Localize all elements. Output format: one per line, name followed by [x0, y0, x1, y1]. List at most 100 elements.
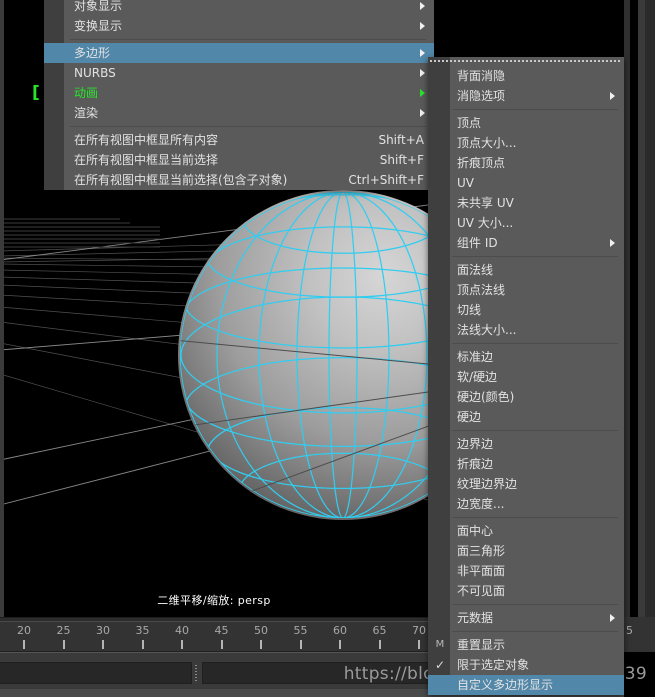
menu-item-6[interactable]: UV — [428, 173, 624, 193]
menu-item-label: 面三角形 — [457, 544, 506, 558]
option-bracket-left: [ — [32, 83, 40, 103]
menu-item-label: 顶点 — [457, 116, 482, 130]
menu-item-31[interactable]: 元数据 — [428, 608, 624, 628]
menu-separator — [44, 36, 434, 43]
menu-item-label: 折痕边 — [457, 457, 494, 471]
menu-item-21[interactable]: 边界边 — [428, 434, 624, 454]
menu-item-23[interactable]: 纹理边界边 — [428, 474, 624, 494]
menu-item-7[interactable]: 渲染 — [44, 103, 434, 123]
menu-item-5[interactable]: 折痕顶点 — [428, 153, 624, 173]
right-panel-strip-3 — [645, 0, 655, 652]
menu-item-11[interactable]: 在所有视图中框显当前选择(包含子对象) Ctrl+Shift+F — [44, 170, 434, 190]
menu-item-label: 变换显示 — [74, 19, 123, 33]
menu-item-8[interactable]: UV 大小... — [428, 213, 624, 233]
chevron-right-icon — [420, 2, 425, 10]
menu-item-1[interactable]: 对象显示 — [44, 0, 434, 16]
command-input-left[interactable] — [0, 662, 192, 684]
menu-item-label: 背面消隐 — [457, 69, 506, 83]
viewport-status-label: 二维平移/缩放: persp — [157, 594, 271, 607]
menu-item-12[interactable]: 顶点法线 — [428, 280, 624, 300]
tearoff-handle[interactable] — [428, 57, 624, 66]
menu-item-label: 不可见面 — [457, 584, 506, 598]
right-panel-strip-1 — [624, 0, 630, 617]
timeline-tick-label: 40 — [175, 624, 189, 637]
timeline-tick-mark — [418, 640, 420, 649]
menu-item-10[interactable]: 在所有视图中框显当前选择 Shift+F — [44, 150, 434, 170]
check-icon: ✓ — [434, 658, 446, 672]
timeline-ruler[interactable]: 20 25 30 35 40 45 50 55 60 65 70 — [0, 622, 440, 652]
timeline-tick-label: 35 — [135, 624, 150, 637]
menu-item-27[interactable]: 面三角形 — [428, 541, 624, 561]
timeline-tick-label: 70 — [412, 624, 426, 637]
sphere-object[interactable] — [178, 190, 428, 520]
chevron-right-icon — [420, 109, 425, 117]
menu-item-label: 切线 — [457, 303, 482, 317]
menu-item-label: 软/硬边 — [457, 370, 498, 384]
timeline-tick-label: 20 — [17, 624, 31, 637]
menu-item-6[interactable]: []动画 — [32, 83, 438, 103]
menu-item-label: 重置显示 — [457, 638, 506, 652]
sphere-wireframe — [180, 192, 428, 518]
menu-item-29[interactable]: 不可见面 — [428, 581, 624, 601]
menu-item-label: 纹理边界边 — [457, 477, 518, 491]
menu-item-label: 消隐选项 — [457, 89, 506, 103]
timeline-tick-mark — [141, 640, 144, 649]
menu-item-label: 自定义多边形显示 — [457, 678, 554, 692]
modifier-marker: M — [435, 639, 445, 650]
menu-item-11[interactable]: 面法线 — [428, 260, 624, 280]
viewport-left-border — [0, 0, 4, 617]
menu-item-label: 标准边 — [457, 350, 494, 364]
menu-item-3[interactable]: 顶点 — [428, 113, 624, 133]
menu-item-22[interactable]: 折痕边 — [428, 454, 624, 474]
chevron-right-icon — [420, 22, 425, 30]
menu-item-33[interactable]: M 重置显示 — [428, 635, 624, 655]
display-menu[interactable]: 线框颜色...对象显示变换显示多边形NURBS[]动画渲染在所有视图中框显所有内… — [32, 0, 438, 190]
timeline-tick-label: 65 — [372, 624, 387, 637]
menu-item-shortcut: Shift+A — [378, 133, 424, 147]
menu-item-label: 多边形 — [74, 46, 111, 60]
menu-item-4[interactable]: 多边形 — [44, 43, 434, 63]
menu-item-14[interactable]: 法线大小... — [428, 320, 624, 340]
menu-item-7[interactable]: 未共享 UV — [428, 193, 624, 213]
menu-item-0[interactable]: 背面消隐 — [428, 66, 624, 86]
polygon-display-submenu[interactable]: 背面消隐消隐选项顶点顶点大小... 折痕顶点 UV 未共享 UV UV 大小... 组件 … — [428, 57, 624, 695]
menu-item-13[interactable]: 切线 — [428, 300, 624, 320]
menu-item-1[interactable]: 消隐选项 — [428, 86, 624, 106]
timeline-edge-label: 5 — [626, 624, 633, 637]
menu-item-35[interactable]: 自定义多边形显示 — [428, 675, 624, 695]
menu-item-9[interactable]: 在所有视图中框显所有内容 Shift+A — [44, 130, 434, 150]
chevron-right-icon — [420, 49, 425, 57]
menu-item-19[interactable]: 硬边 — [428, 407, 624, 427]
menu-item-9[interactable]: 组件 ID — [428, 233, 624, 253]
timeline-tick-label: 55 — [293, 624, 308, 637]
menu-item-label: 法线大小... — [457, 323, 517, 337]
menu-item-label: 在所有视图中框显当前选择(包含子对象) — [74, 173, 288, 187]
menu-item-34[interactable]: ✓ 限于选定对象 — [428, 655, 624, 675]
menu-item-label: 硬边 — [457, 410, 482, 424]
menu-item-4[interactable]: 顶点大小... — [428, 133, 624, 153]
menu-item-16[interactable]: 标准边 — [428, 347, 624, 367]
menu-item-label: UV — [457, 176, 474, 190]
menu-item-label: UV 大小... — [457, 216, 514, 230]
menu-item-24[interactable]: 边宽度... — [428, 494, 624, 514]
timeline-tick-label: 50 — [254, 624, 268, 637]
chevron-right-icon — [610, 239, 615, 247]
menu-item-label: 在所有视图中框显所有内容 — [74, 133, 219, 147]
timeline-tick-label: 25 — [56, 624, 71, 637]
menu-item-28[interactable]: 非平面面 — [428, 561, 624, 581]
timeline-tick-mark — [378, 640, 381, 649]
field-separator-handle[interactable] — [195, 665, 197, 681]
menu-item-5[interactable]: NURBS — [44, 63, 434, 83]
timeline-tick-label: 60 — [333, 624, 347, 637]
menu-item-label: 对象显示 — [74, 0, 123, 13]
chevron-right-icon — [420, 69, 425, 77]
menu-item-26[interactable]: 面中心 — [428, 521, 624, 541]
timeline-tick-mark — [260, 640, 262, 649]
menu-item-label: 边界边 — [457, 437, 494, 451]
menu-item-18[interactable]: 硬边(颜色) — [428, 387, 624, 407]
menu-item-17[interactable]: 软/硬边 — [428, 367, 624, 387]
menu-item-2[interactable]: 变换显示 — [44, 16, 434, 36]
menu-item-label: 面中心 — [457, 524, 494, 538]
menu-item-label: 动画 — [74, 86, 99, 100]
timeline-tick-mark — [339, 640, 341, 649]
